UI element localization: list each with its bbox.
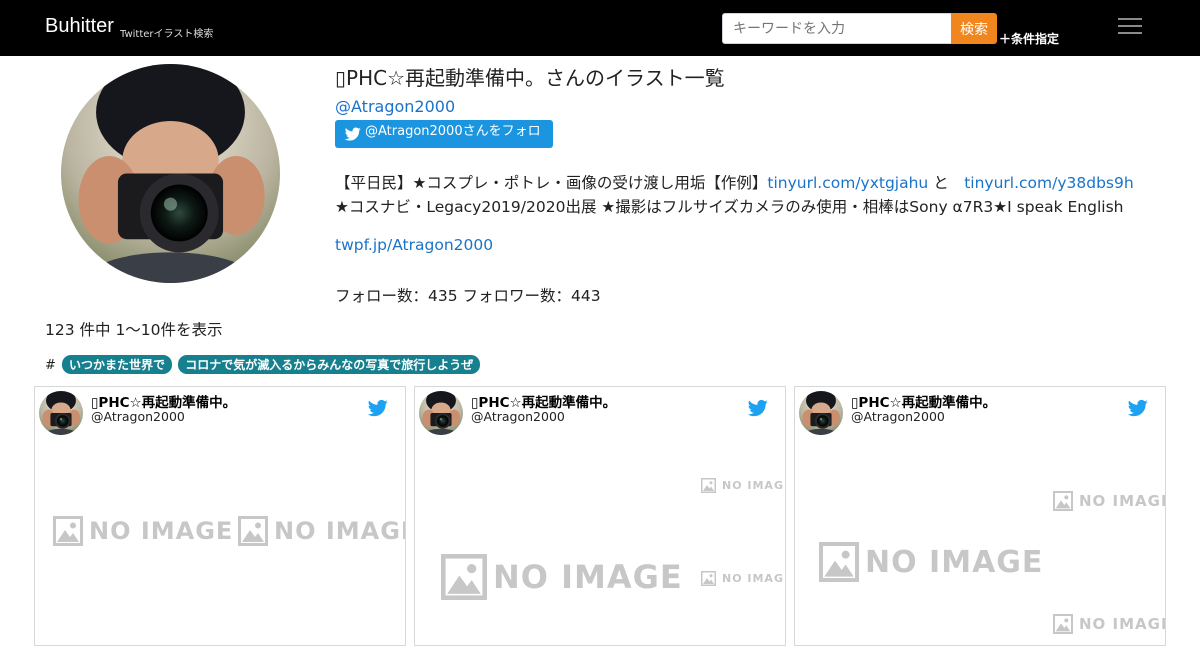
follow-button[interactable]: @Atragon2000さんをフォロー (335, 120, 553, 158)
search-button[interactable]: 検索 (951, 13, 997, 44)
hashtag-badge[interactable]: いつかまた世界で (62, 355, 173, 374)
twitter-bird-icon[interactable] (747, 398, 769, 418)
bio-link-2[interactable]: tinyurl.com/y38dbs9h (964, 174, 1133, 192)
hashtag-badge[interactable]: コロナで気が滅入るからみんなの写真で旅行しようぜ (178, 355, 481, 374)
profile-bio: 【平日民】★コスプレ・ポトレ・画像の受け渡し用垢【作例】tinyurl.com/… (335, 171, 1145, 219)
twitter-bird-icon[interactable] (367, 398, 389, 418)
bio-text: ★コスナビ・Legacy2019/2020出展 ★撮影はフルサイズカメラのみ使用… (335, 198, 1124, 216)
card-author-handle: @Atragon2000 (91, 409, 185, 424)
bio-text: 【平日民】★コスプレ・ポトレ・画像の受け渡し用垢【作例】 (335, 174, 768, 192)
hashtag-list: # いつかまた世界で コロナで気が滅入るからみんなの写真で旅行しようぜ (45, 355, 481, 374)
card-author-name: ▯PHC☆再起動準備中。 (91, 395, 237, 411)
card-author-name: ▯PHC☆再起動準備中。 (471, 395, 617, 411)
image-icon (238, 516, 268, 546)
illustration-card[interactable]: ▯PHC☆再起動準備中。 @Atragon2000 NO IMAGE NO IM… (794, 386, 1166, 646)
hash-symbol: # (45, 358, 56, 373)
no-image-placeholder[interactable]: NO IMAGE (701, 571, 785, 586)
card-author-handle: @Atragon2000 (851, 409, 945, 424)
illustration-card[interactable]: ▯PHC☆再起動準備中。 @Atragon2000 NO IMAGE NO IM… (414, 386, 786, 646)
result-count: 123 件中 1〜10件を表示 (45, 321, 223, 339)
bio-text: と (928, 174, 965, 192)
image-icon (1053, 491, 1073, 511)
avatar[interactable] (799, 391, 843, 435)
no-image-placeholder[interactable]: NO IMAGE (701, 478, 785, 493)
twitter-bird-icon[interactable] (1127, 398, 1149, 418)
brand-logo[interactable]: Buhitter (45, 15, 114, 38)
image-icon (53, 516, 83, 546)
profile-avatar (61, 64, 280, 283)
card-author-name: ▯PHC☆再起動準備中。 (851, 395, 997, 411)
image-icon (819, 542, 859, 582)
card-author-handle: @Atragon2000 (471, 409, 565, 424)
top-navbar: Buhitter Twitterイラスト検索 検索 ＋条件指定 (0, 0, 1200, 56)
brand-subtitle: Twitterイラスト検索 (120, 29, 214, 40)
profile-website-link[interactable]: twpf.jp/Atragon2000 (335, 236, 493, 254)
follow-button-label: @Atragon2000さんをフォロー (365, 124, 541, 158)
profile-handle-link[interactable]: @Atragon2000 (335, 97, 455, 116)
search-conditions-link[interactable]: ＋条件指定 (999, 30, 1059, 47)
no-image-placeholder[interactable]: NO IMAGE (819, 542, 1043, 582)
image-icon (441, 554, 487, 600)
twitter-bird-icon (345, 127, 361, 141)
menu-icon[interactable] (1118, 18, 1142, 38)
follow-stats: フォロー数：435 フォロワー数：443 (335, 287, 601, 305)
no-image-placeholder[interactable]: NO IMAGE (53, 516, 233, 546)
no-image-placeholder[interactable]: NO IMAGE (1053, 491, 1165, 511)
avatar[interactable] (39, 391, 83, 435)
search-input[interactable] (722, 13, 952, 44)
illustration-card[interactable]: ▯PHC☆再起動準備中。 @Atragon2000 NO IMAGE NO IM… (34, 386, 406, 646)
bio-link-1[interactable]: tinyurl.com/yxtgjahu (767, 174, 928, 192)
page-title: ▯PHC☆再起動準備中。さんのイラスト一覧 (335, 66, 725, 90)
no-image-placeholder[interactable]: NO IMAGE (238, 516, 405, 546)
image-icon (701, 478, 716, 493)
image-icon (1053, 614, 1073, 634)
no-image-placeholder[interactable]: NO IMAGE (441, 554, 683, 600)
avatar[interactable] (419, 391, 463, 435)
no-image-placeholder[interactable]: NO IMAGE (1053, 614, 1165, 634)
image-icon (701, 571, 716, 586)
